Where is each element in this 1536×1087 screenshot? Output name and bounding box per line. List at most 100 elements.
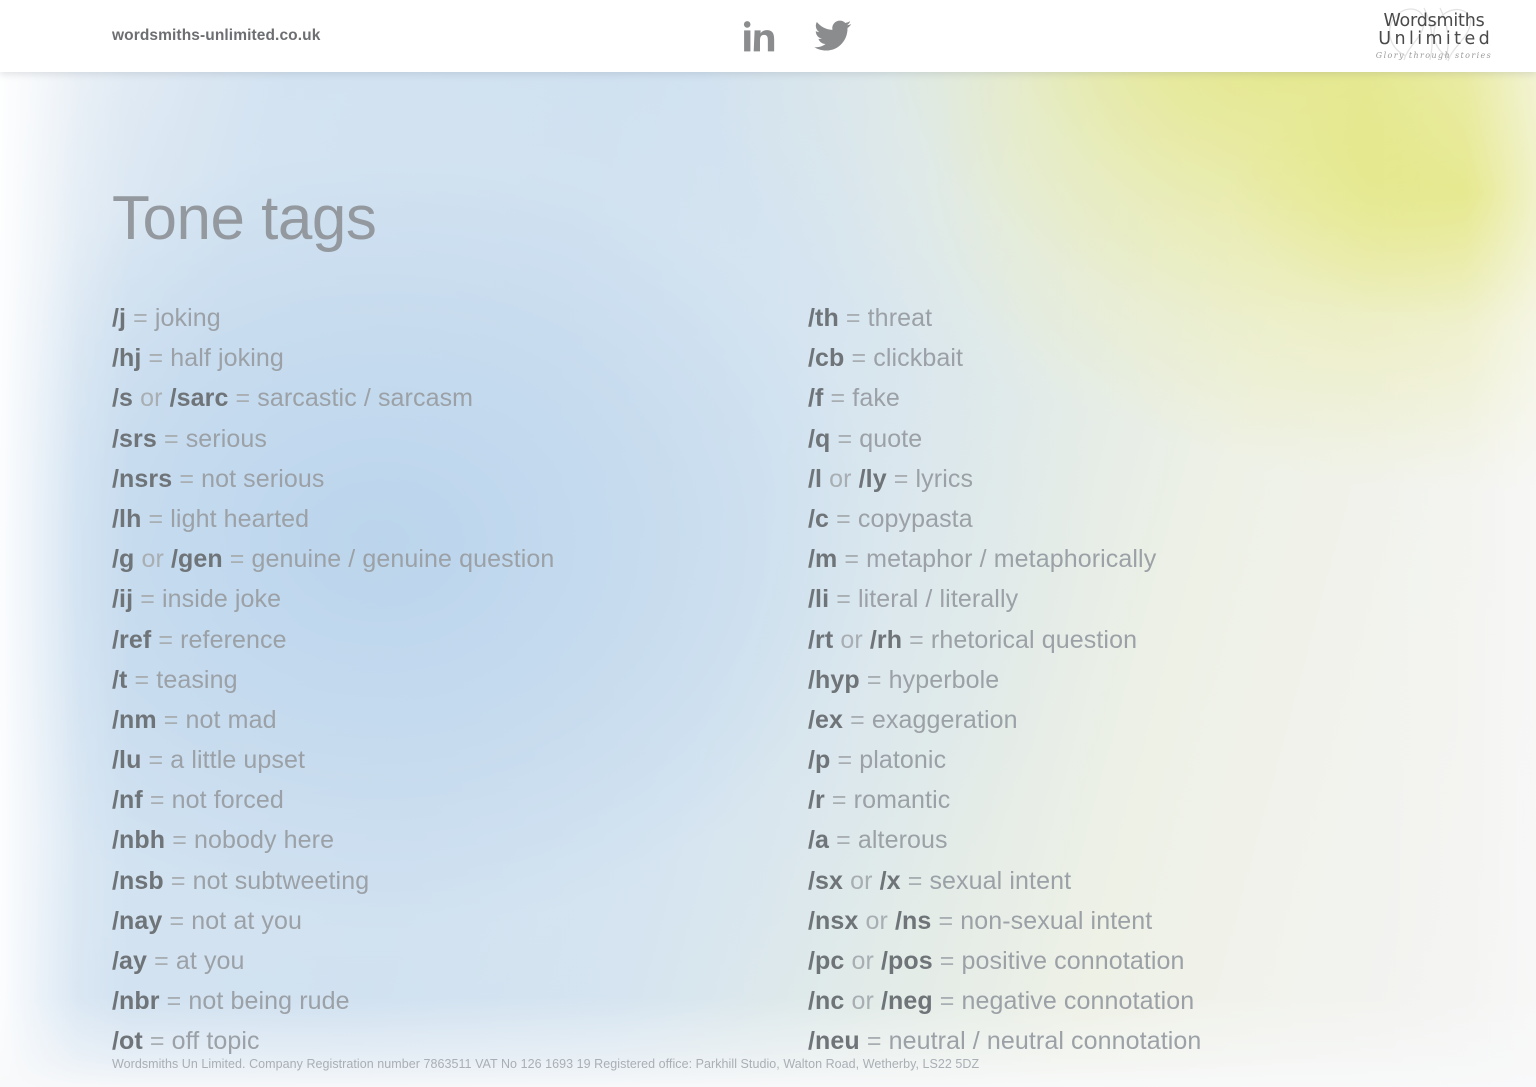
tone-tag-equals: = — [154, 947, 169, 975]
tone-tag-equals: = — [134, 665, 150, 694]
tone-tag-row: /q = quote — [808, 419, 1508, 459]
tone-tag-row: /ot = off topic — [112, 1021, 792, 1061]
tone-tag-definition: clickbait — [873, 344, 964, 373]
tone-tag-code: /c — [808, 504, 830, 533]
tone-tag-code: /l — [808, 464, 823, 493]
tone-tag-equals: = — [148, 746, 164, 775]
tone-tag-definition: alterous — [857, 826, 948, 855]
tone-tag-definition: nobody here — [193, 826, 335, 855]
tone-tag-equals: = — [938, 906, 954, 935]
tone-tag-code: /r — [808, 786, 825, 815]
tone-tag-definition: not mad — [185, 705, 277, 734]
tone-tag-row: /nay = not at you — [112, 901, 792, 941]
tone-tag-code: /g — [112, 545, 135, 574]
linkedin-icon[interactable] — [742, 19, 776, 53]
tone-tag-code: /ref — [112, 625, 152, 654]
tone-tag-or-separator: or — [851, 987, 874, 1016]
tone-tag-equals: = — [866, 665, 882, 694]
tone-tag-code-alt: /ns — [894, 906, 932, 935]
tone-tag-column-right: /th = threat/cb = clickbait/f = fake/q =… — [808, 298, 1508, 1062]
tone-tag-row: /neu = neutral / neutral connotation — [808, 1021, 1508, 1061]
tone-tag-code: /srs — [112, 424, 157, 453]
tone-tag-code: /nc — [808, 987, 845, 1016]
tone-tag-equals: = — [133, 304, 148, 332]
tone-tag-definition: serious — [185, 424, 267, 453]
tone-tag-row: /nbh = nobody here — [112, 820, 792, 860]
tone-tag-code: /sx — [808, 866, 844, 895]
tone-tag-row: /pc or /pos = positive connotation — [808, 941, 1508, 981]
tone-tag-equals: = — [158, 625, 174, 654]
page-header: wordsmiths-unlimited.co.uk Wordsmiths Un… — [0, 0, 1536, 72]
tone-tag-row: /j = joking — [112, 298, 792, 338]
tone-tag-code: /li — [808, 585, 830, 614]
tone-tag-definition: negative connotation — [961, 987, 1195, 1016]
twitter-icon[interactable] — [814, 20, 852, 52]
tone-tag-row: /l or /ly = lyrics — [808, 459, 1508, 499]
tone-tag-code: /ex — [808, 705, 844, 734]
tone-tag-row: /nsrs = not serious — [112, 459, 792, 499]
tone-tag-equals: = — [845, 304, 861, 332]
tone-tag-row: /nsb = not subtweeting — [112, 861, 792, 901]
tone-tag-code: /a — [808, 826, 830, 855]
tone-tag-code: /nbh — [112, 826, 166, 855]
tone-tag-code: /nbr — [112, 987, 160, 1016]
tone-tag-definition: joking — [154, 304, 221, 332]
tone-tag-row: /li = literal / literally — [808, 579, 1508, 619]
tone-tag-equals: = — [169, 906, 185, 935]
wordsmiths-logo: Wordsmiths Unlimited Glory through stori… — [1354, 4, 1514, 68]
tone-tag-row: /r = romantic — [808, 780, 1508, 820]
tone-tag-row: /nbr = not being rude — [112, 981, 792, 1021]
tone-tag-equals: = — [830, 384, 846, 413]
tone-tag-code: /th — [808, 304, 839, 332]
tone-tag-code-alt: /ly — [858, 464, 887, 493]
tone-tag-code: /j — [112, 304, 127, 332]
tone-tag-code: /nsb — [112, 866, 164, 895]
tone-tag-code: /q — [808, 424, 831, 453]
tone-tag-row: /ay = at you — [112, 941, 792, 981]
tone-tag-definition: half joking — [170, 344, 284, 373]
tone-tag-code-alt: /rh — [869, 625, 903, 654]
legal-footer-text: Wordsmiths Un Limited. Company Registrat… — [112, 1057, 980, 1071]
tone-tag-row: /m = metaphor / metaphorically — [808, 539, 1508, 579]
tone-tag-definition: romantic — [853, 786, 951, 815]
tone-tag-row: /f = fake — [808, 378, 1508, 418]
tone-tag-row: /rt or /rh = rhetorical question — [808, 620, 1508, 660]
tone-tag-or-separator: or — [141, 545, 164, 574]
tone-tag-equals: = — [907, 866, 923, 895]
tone-tag-equals: = — [939, 947, 955, 975]
tone-tag-or-separator: or — [851, 947, 874, 975]
tone-tag-code: /p — [808, 746, 831, 775]
tone-tag-definition: fake — [852, 384, 900, 413]
tone-tag-definition: not at you — [191, 906, 303, 935]
tone-tag-row: /ref = reference — [112, 620, 792, 660]
tone-tag-equals: = — [909, 625, 924, 654]
tone-tag-definition: quote — [859, 424, 923, 453]
tone-tag-equals: = — [229, 545, 245, 574]
tone-tag-row: /p = platonic — [808, 740, 1508, 780]
tone-tag-definition: not subtweeting — [192, 866, 370, 895]
tone-tag-definition: genuine / genuine question — [251, 545, 555, 574]
tone-tag-row: /sx or /x = sexual intent — [808, 861, 1508, 901]
tone-tag-row: /hj = half joking — [112, 338, 792, 378]
tone-tag-code: /ij — [112, 585, 134, 614]
tone-tag-equals: = — [837, 746, 853, 775]
tone-tag-row: /ij = inside joke — [112, 579, 792, 619]
tone-tag-definition: sexual intent — [929, 866, 1072, 895]
tone-tag-or-separator: or — [865, 906, 888, 935]
tone-tag-definition: light hearted — [170, 504, 310, 533]
site-url-text: wordsmiths-unlimited.co.uk — [112, 27, 321, 44]
page-title: Tone tags — [112, 184, 377, 253]
tone-tag-equals: = — [850, 705, 865, 734]
tone-tag-definition: off topic — [171, 1027, 260, 1056]
tone-tag-definition: a little upset — [170, 746, 306, 775]
tone-tag-definition: hyperbole — [888, 665, 1000, 694]
tone-tag-equals: = — [939, 987, 955, 1016]
tone-tag-or-separator: or — [840, 625, 863, 654]
tone-tag-row: /nsx or /ns = non-sexual intent — [808, 901, 1508, 941]
tone-tag-code-alt: /sarc — [169, 384, 229, 413]
tone-tag-code: /nsrs — [112, 464, 173, 493]
tone-tag-code: /nay — [112, 906, 163, 935]
tone-tag-equals: = — [836, 826, 851, 855]
tone-tag-row: /nf = not forced — [112, 780, 792, 820]
tone-tag-definition: sarcastic / sarcasm — [257, 384, 474, 413]
